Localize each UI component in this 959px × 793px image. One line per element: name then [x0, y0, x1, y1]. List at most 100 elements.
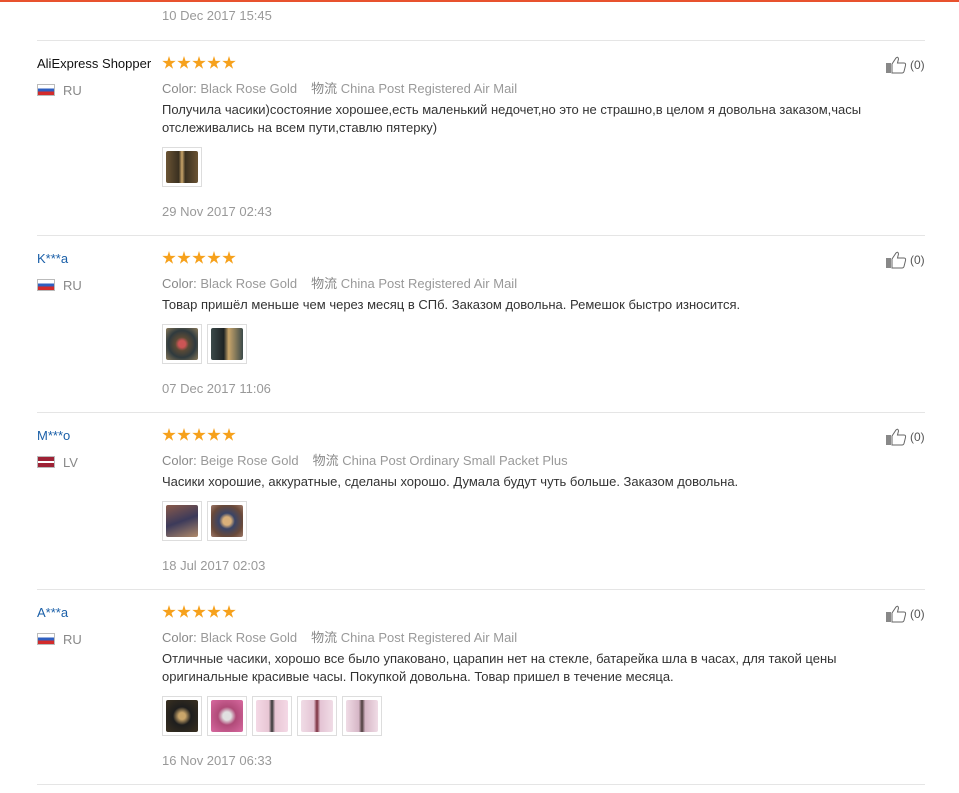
- review-date: 16 Nov 2017 06:33: [162, 753, 272, 768]
- star-icon: [222, 428, 236, 441]
- review-photo-thumbnail[interactable]: [207, 324, 247, 364]
- helpful-button[interactable]: (0): [885, 251, 925, 269]
- review-date: 18 Jul 2017 02:03: [162, 558, 266, 573]
- color-label: Color:: [162, 453, 197, 468]
- star-icon: [222, 605, 236, 618]
- reviewer-country: RU: [37, 277, 82, 293]
- shipping-value: China Post Registered Air Mail: [340, 276, 518, 291]
- helpful-count: (0): [910, 253, 925, 267]
- flag-ru-icon: [37, 633, 55, 645]
- review-date: 07 Dec 2017 11:06: [162, 381, 271, 396]
- review-photo-thumbnail[interactable]: [162, 324, 202, 364]
- star-icon: [192, 428, 206, 441]
- shipping-value: China Post Registered Air Mail: [340, 81, 518, 96]
- star-icon: [192, 56, 206, 69]
- thumbs-up-icon: [886, 251, 907, 269]
- star-icon: [162, 605, 176, 618]
- thumbs-up-icon: [886, 56, 907, 74]
- star-icon: [222, 56, 236, 69]
- country-code: RU: [63, 277, 82, 293]
- review-text: Получила часики)состояние хорошее,есть м…: [162, 102, 862, 135]
- star-icon: [207, 605, 221, 618]
- review-photos: [162, 501, 247, 541]
- star-icon: [177, 251, 191, 264]
- star-icon: [207, 251, 221, 264]
- flag-ru-icon: [37, 84, 55, 96]
- star-icon: [192, 605, 206, 618]
- review-photos: [162, 147, 202, 187]
- reviewer-country: RU: [37, 631, 82, 647]
- review-photo-thumbnail[interactable]: [162, 696, 202, 736]
- country-code: RU: [63, 82, 82, 98]
- order-info: Color: Beige Rose Gold 物流 China Post Ordi…: [162, 450, 568, 469]
- star-icon: [177, 428, 191, 441]
- color-label: Color:: [162, 276, 197, 291]
- color-value: Beige Rose Gold: [200, 453, 299, 468]
- helpful-button[interactable]: (0): [885, 428, 925, 446]
- order-info: Color: Black Rose Gold 物流 China Post Regi…: [162, 627, 517, 646]
- star-icon: [222, 251, 236, 264]
- review-divider: [37, 412, 925, 413]
- star-icon: [177, 56, 191, 69]
- star-icon: [192, 251, 206, 264]
- review-photo-thumbnail[interactable]: [252, 696, 292, 736]
- review-photo-thumbnail[interactable]: [297, 696, 337, 736]
- review-date: 29 Nov 2017 02:43: [162, 204, 272, 219]
- top-accent-rule: [0, 0, 959, 2]
- star-rating: [162, 56, 236, 70]
- reviewer-name: AliExpress Shopper: [37, 56, 152, 71]
- flag-ru-icon: [37, 279, 55, 291]
- color-value: Black Rose Gold: [200, 276, 298, 291]
- color-value: Black Rose Gold: [200, 81, 298, 96]
- star-icon: [207, 56, 221, 69]
- reviewer-name[interactable]: A***a: [37, 605, 68, 621]
- helpful-button[interactable]: (0): [885, 56, 925, 74]
- reviewer-name[interactable]: M***o: [37, 428, 70, 444]
- review-photo-thumbnail[interactable]: [207, 696, 247, 736]
- star-icon: [207, 428, 221, 441]
- thumbs-up-icon: [886, 428, 907, 446]
- star-icon: [177, 605, 191, 618]
- reviewer-country: LV: [37, 454, 78, 470]
- country-code: RU: [63, 631, 82, 647]
- shipping-label: 物流: [311, 81, 338, 96]
- country-code: LV: [63, 454, 78, 470]
- color-value: Black Rose Gold: [200, 630, 298, 645]
- reviewer-name[interactable]: K***a: [37, 251, 68, 267]
- review-photo-thumbnail[interactable]: [162, 501, 202, 541]
- review-photo-thumbnail[interactable]: [342, 696, 382, 736]
- star-icon: [162, 251, 176, 264]
- helpful-count: (0): [910, 58, 925, 72]
- review-photos: [162, 324, 247, 364]
- review-divider: [37, 784, 925, 785]
- star-icon: [162, 428, 176, 441]
- star-rating: [162, 251, 236, 265]
- review-divider: [37, 40, 925, 41]
- color-label: Color:: [162, 630, 197, 645]
- star-rating: [162, 428, 236, 442]
- helpful-button[interactable]: (0): [885, 605, 925, 623]
- shipping-label: 物流: [311, 630, 338, 645]
- shipping-value: China Post Ordinary Small Packet Plus: [342, 453, 568, 468]
- review-text: Отличные часики, хорошо все было упакова…: [162, 651, 837, 684]
- review-divider: [37, 235, 925, 236]
- review-photo-thumbnail[interactable]: [162, 147, 202, 187]
- order-info: Color: Black Rose Gold 物流 China Post Regi…: [162, 273, 517, 292]
- flag-lv-icon: [37, 456, 55, 468]
- review-divider: [37, 589, 925, 590]
- review-photos: [162, 696, 382, 736]
- helpful-count: (0): [910, 607, 925, 621]
- review-photo-thumbnail[interactable]: [207, 501, 247, 541]
- shipping-label: 物流: [311, 276, 338, 291]
- star-icon: [162, 56, 176, 69]
- order-info: Color: Black Rose Gold 物流 China Post Regi…: [162, 78, 517, 97]
- helpful-count: (0): [910, 430, 925, 444]
- previous-review-date: 10 Dec 2017 15:45: [162, 8, 272, 23]
- reviewer-country: RU: [37, 82, 82, 98]
- color-label: Color:: [162, 81, 197, 96]
- review-text: Часики хорошие, аккуратные, сделаны хоро…: [162, 474, 739, 489]
- review-text: Товар пришёл меньше чем через месяц в СП…: [162, 297, 741, 312]
- thumbs-up-icon: [886, 605, 907, 623]
- shipping-label: 物流: [312, 453, 339, 468]
- star-rating: [162, 605, 236, 619]
